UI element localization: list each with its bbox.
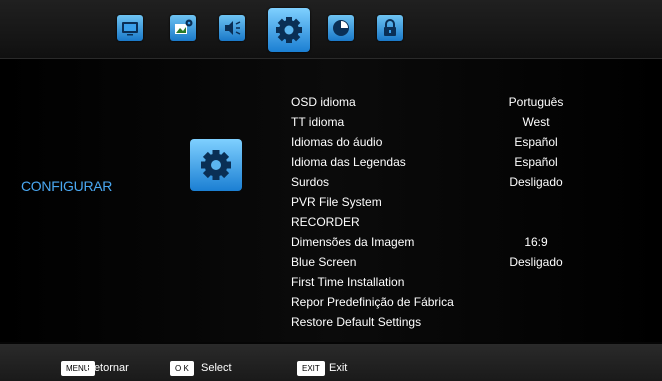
menu-item-label: Idioma das Legendas bbox=[291, 155, 406, 169]
menu-item-value: 16:9 bbox=[524, 235, 548, 249]
menu-item-label: RECORDER bbox=[291, 215, 360, 229]
menu-item-subtitle-language[interactable]: Idioma das Legendas Español bbox=[291, 152, 581, 172]
clock-icon bbox=[333, 20, 349, 36]
gear-icon bbox=[201, 150, 231, 180]
menu-item-factory-reset[interactable]: Repor Predefinição de Fábrica bbox=[291, 292, 581, 312]
menu-item-value: Desligado bbox=[509, 175, 563, 189]
tab-picture-settings[interactable] bbox=[170, 15, 196, 41]
menu-item-aspect-ratio[interactable]: Dimensões da Imagem 16:9 bbox=[291, 232, 581, 252]
menu-item-label: Surdos bbox=[291, 175, 330, 189]
select-hint: Select bbox=[201, 362, 232, 374]
gear-icon bbox=[276, 17, 302, 43]
menu-item-label: PVR File System bbox=[291, 195, 382, 209]
tab-setup[interactable] bbox=[268, 8, 310, 52]
picture-settings-icon bbox=[175, 19, 193, 34]
menu-item-value: Español bbox=[514, 155, 558, 169]
menu-item-label: First Time Installation bbox=[291, 275, 405, 289]
settings-panel: CONFIGURAR OSD idioma Português TT idioma… bbox=[0, 59, 662, 342]
menu-item-value: Desligado bbox=[509, 255, 563, 269]
menu-item-tt-language[interactable]: TT idioma West bbox=[291, 112, 581, 132]
menu-item-label: TT idioma bbox=[291, 115, 345, 129]
menu-item-recorder[interactable]: RECORDER bbox=[291, 212, 581, 232]
key-hint-bar: MENU Retornar O K Select EXIT Exit bbox=[0, 344, 662, 381]
menu-item-label: Dimensões da Imagem bbox=[291, 235, 415, 249]
menu-item-label: Blue Screen bbox=[291, 255, 357, 269]
menu-item-osd-language[interactable]: OSD idioma Português bbox=[291, 92, 581, 112]
menu-item-label: Restore Default Settings bbox=[291, 315, 422, 329]
menu-item-label: Idiomas do áudio bbox=[291, 135, 383, 149]
speaker-icon bbox=[225, 21, 241, 35]
menu-item-hearing-impaired[interactable]: Surdos Desligado bbox=[291, 172, 581, 192]
menu-item-first-time-installation[interactable]: First Time Installation bbox=[291, 272, 581, 292]
menu-item-audio-language[interactable]: Idiomas do áudio Español bbox=[291, 132, 581, 152]
menu-item-value: Español bbox=[514, 135, 558, 149]
menu-item-label: OSD idioma bbox=[291, 95, 356, 109]
menu-item-pvr-file-system[interactable]: PVR File System bbox=[291, 192, 581, 212]
tab-time[interactable] bbox=[328, 15, 354, 41]
exit-key[interactable]: EXIT bbox=[297, 361, 325, 376]
category-tab-bar bbox=[0, 0, 662, 59]
menu-item-restore-defaults[interactable]: Restore Default Settings bbox=[291, 312, 581, 332]
exit-hint: Exit bbox=[329, 362, 348, 374]
ok-key[interactable]: O K bbox=[170, 361, 194, 376]
tab-sound[interactable] bbox=[219, 15, 245, 41]
menu-item-value: Português bbox=[508, 95, 564, 109]
menu-item-blue-screen[interactable]: Blue Screen Desligado bbox=[291, 252, 581, 272]
section-title: CONFIGURAR bbox=[21, 178, 113, 194]
tab-lock[interactable] bbox=[377, 15, 403, 41]
return-hint: Retornar bbox=[86, 362, 129, 374]
section-icon bbox=[190, 139, 242, 191]
menu-item-label: Repor Predefinição de Fábrica bbox=[291, 295, 454, 309]
tab-picture[interactable] bbox=[117, 15, 143, 41]
menu-item-value: West bbox=[522, 115, 550, 129]
lock-icon bbox=[384, 19, 396, 36]
tv-icon bbox=[122, 22, 138, 36]
